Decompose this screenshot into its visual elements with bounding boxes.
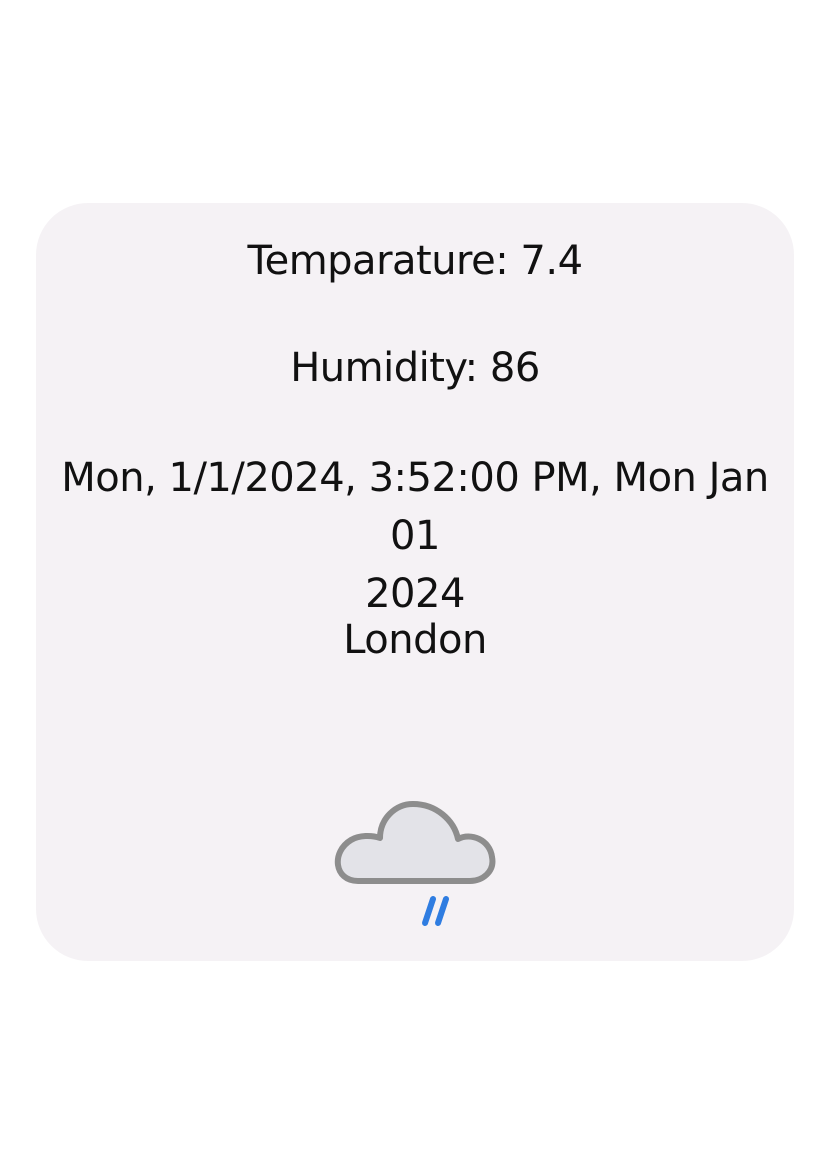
rain-cloud-icon [334, 801, 496, 926]
rain-drop-2 [435, 896, 449, 926]
temperature-label: Temparature: 7.4 [247, 238, 583, 284]
cloud-shape [334, 801, 496, 884]
rain-drop-1 [422, 896, 436, 926]
datetime-label: Mon, 1/1/2024, 3:52:00 PM, Mon Jan 01 20… [36, 449, 794, 623]
city-label: London [343, 617, 487, 663]
humidity-label: Humidity: 86 [290, 345, 540, 391]
datetime-line-1: Mon, 1/1/2024, 3:52:00 PM, Mon Jan 01 [61, 455, 769, 559]
weather-card: Temparature: 7.4 Humidity: 86 Mon, 1/1/2… [36, 203, 794, 961]
